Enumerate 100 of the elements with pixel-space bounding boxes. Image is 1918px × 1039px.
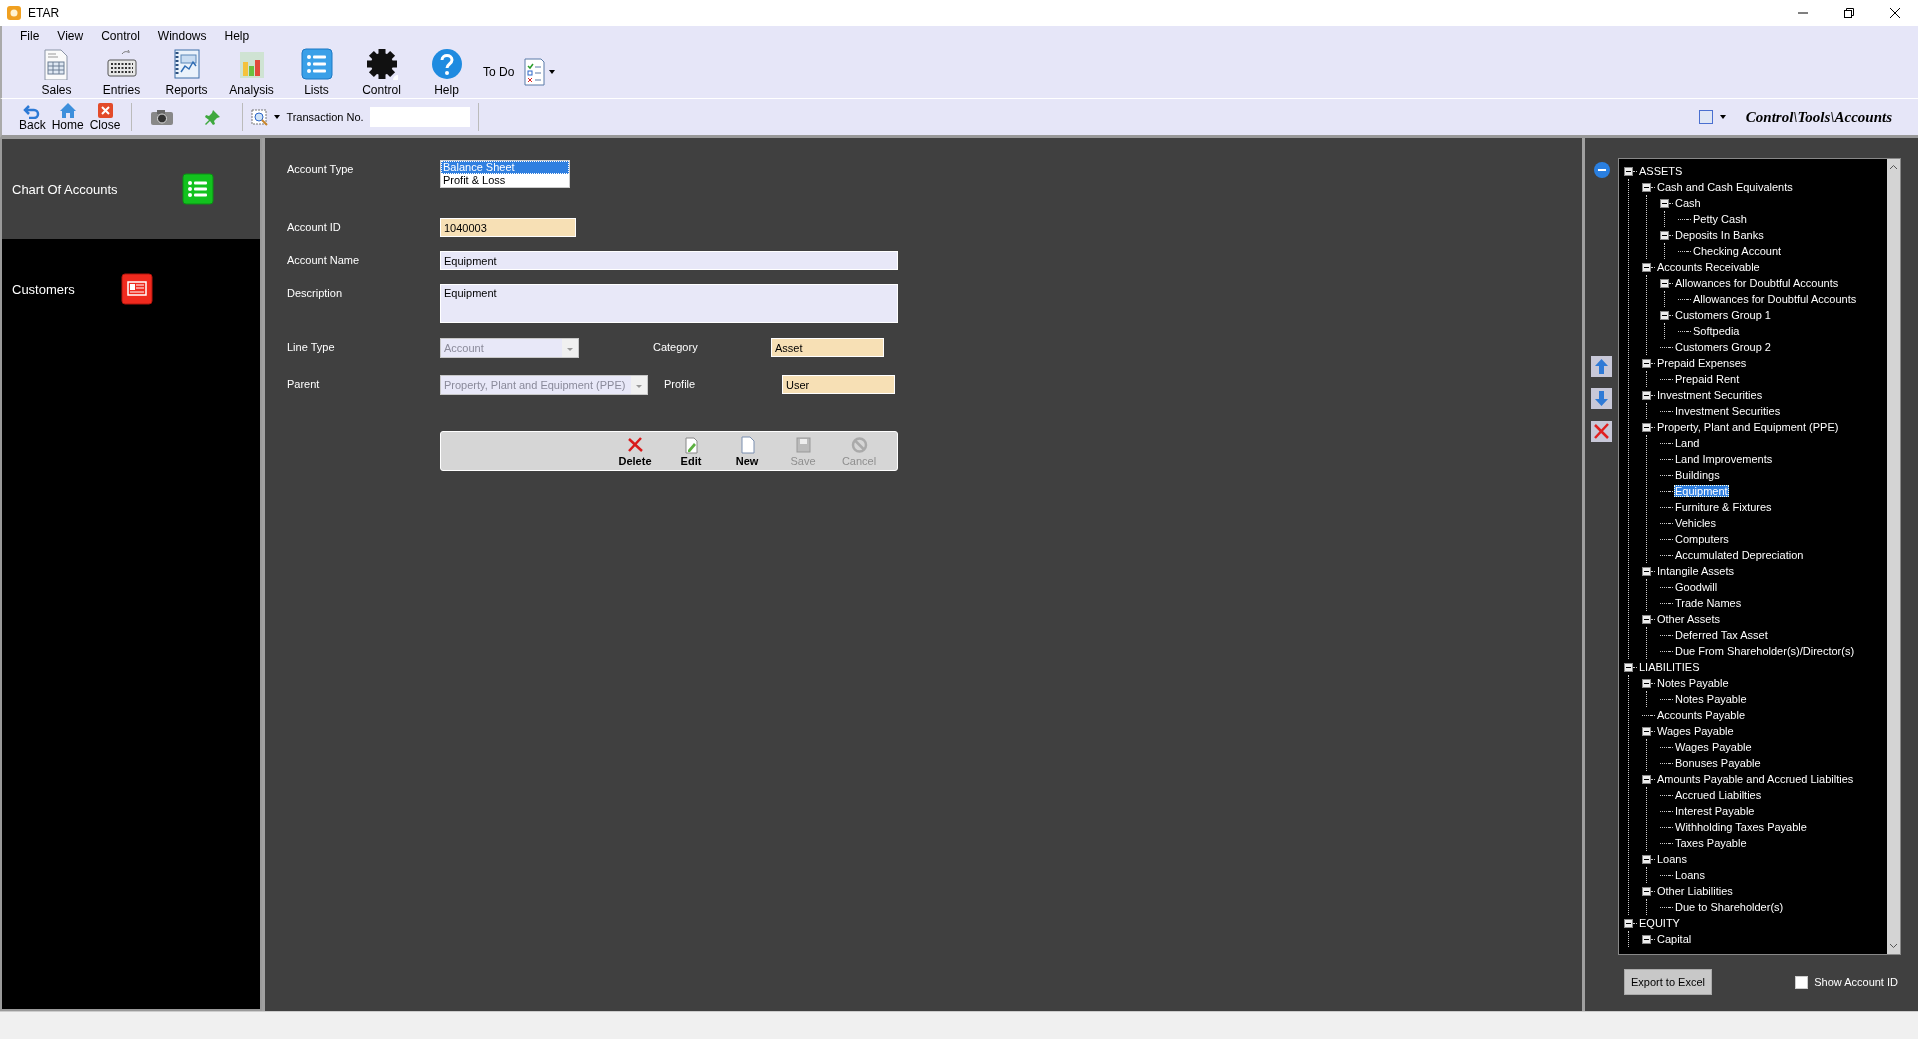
tree-item[interactable]: ASSETS [1638,165,1684,177]
tree-item[interactable]: Trade Names [1674,597,1743,609]
toolbar-button[interactable]: Entries [89,47,154,97]
collapse-icon[interactable] [1642,358,1651,368]
sidebar-item[interactable]: Chart Of Accounts [2,139,260,239]
tree-item[interactable]: Allowances for Doubtful Accounts [1692,293,1858,305]
sidebar-item[interactable]: Customers [2,239,260,339]
tree-item[interactable]: Cash and Cash Equivalents [1656,181,1794,193]
toolbar-button[interactable]: Close [86,102,124,132]
toolbar-button[interactable]: Lists [284,47,349,97]
delete-icon[interactable] [1591,421,1612,442]
input-field[interactable] [369,107,470,127]
menu-item[interactable]: File [11,29,49,43]
scroll-up-icon[interactable] [1889,164,1898,170]
collapse-icon[interactable] [1660,310,1669,320]
collapse-icon[interactable] [1642,774,1651,784]
close-icon[interactable] [1889,7,1901,19]
tree-item[interactable]: Interest Payable [1674,805,1756,817]
input-field[interactable]: Asset [771,338,884,357]
text-area[interactable]: Equipment [440,284,898,323]
collapse-icon[interactable] [1642,262,1651,272]
collapse-icon[interactable] [1642,566,1651,576]
search-icon[interactable] [251,108,269,126]
collapse-icon[interactable] [1642,422,1651,432]
tree-item[interactable]: Prepaid Rent [1674,373,1741,385]
tree-item[interactable]: Investment Securities [1674,405,1782,417]
collapse-icon[interactable] [1642,934,1651,944]
tree-item[interactable]: Loans [1656,853,1688,865]
collapse-icon[interactable] [1642,726,1651,736]
action-button[interactable]: Edit [671,435,711,467]
tree-item[interactable]: Vehicles [1674,517,1717,529]
tree-item[interactable]: Property, Plant and Equipment (PPE) [1656,421,1840,433]
tree-item[interactable]: Customers Group 1 [1674,309,1772,321]
scroll-down-icon[interactable] [1889,943,1898,949]
tree-item[interactable]: Due to Shareholder(s) [1674,901,1785,913]
tree-item[interactable]: Other Assets [1656,613,1721,625]
restore-icon[interactable] [1843,7,1855,19]
layout-icon[interactable] [1697,109,1714,125]
tree-item[interactable]: Loans [1674,869,1706,881]
caret-icon[interactable] [274,115,281,119]
tree-item[interactable]: Deposits In Banks [1674,229,1765,241]
checkbox[interactable] [1795,975,1809,989]
tree-item[interactable]: Intangile Assets [1656,565,1736,577]
tree-item[interactable]: Buildings [1674,469,1721,481]
collapse-icon[interactable] [1642,614,1651,624]
collapse-icon[interactable] [1642,390,1651,400]
tree-item[interactable]: Notes Payable [1656,677,1730,689]
tree-item[interactable]: Withholding Taxes Payable [1674,821,1808,833]
tree-item[interactable]: Equipment [1674,485,1729,497]
menu-item[interactable]: Help [215,29,259,43]
tree-item[interactable]: Bonuses Payable [1674,757,1762,769]
tree-item[interactable]: Petty Cash [1692,213,1748,225]
toolbar-button[interactable]: Control [349,47,414,97]
collapse-icon[interactable] [1642,854,1651,864]
toolbar-button[interactable]: Back [16,102,49,132]
tree-item[interactable]: Capital [1656,933,1693,945]
tree-item[interactable]: Prepaid Expenses [1656,357,1748,369]
tree-item[interactable]: Investment Securities [1656,389,1764,401]
tree-item[interactable]: Cash [1674,197,1702,209]
tree-item[interactable]: Amounts Payable and Accrued Liabilties [1656,773,1855,785]
collapse-icon[interactable] [1660,278,1669,288]
collapse-icon[interactable] [1624,166,1633,176]
tree-item[interactable]: EQUITY [1638,917,1681,929]
tree-item[interactable]: Deferred Tax Asset [1674,629,1769,641]
tree-item[interactable]: Land Improvements [1674,453,1774,465]
collapse-icon[interactable] [1660,198,1669,208]
action-button[interactable]: Delete [615,435,655,467]
todo-button[interactable] [522,57,556,87]
tree-item[interactable]: Taxes Payable [1674,837,1748,849]
tree-item[interactable]: Wages Payable [1656,725,1735,737]
collapse-icon[interactable] [1642,182,1651,192]
tree-item[interactable]: Due From Shareholder(s)/Director(s) [1674,645,1856,657]
tree-item[interactable]: Notes Payable [1674,693,1748,705]
tree-item[interactable]: LIABILITIES [1638,661,1701,673]
list-option[interactable]: Balance Sheet [441,161,569,174]
tree-item[interactable]: Softpedia [1692,325,1741,337]
tree-item[interactable]: Accumulated Depreciation [1674,549,1805,561]
list-box[interactable]: Balance Sheet Profit & Loss [440,160,570,188]
tree-item[interactable]: Land [1674,437,1701,449]
tree-item[interactable]: Computers [1674,533,1730,545]
export-button[interactable]: Export to Excel [1624,969,1712,995]
action-button[interactable]: New [727,435,767,467]
tree-item[interactable]: Accrued Liabilties [1674,789,1763,801]
toolbar-button[interactable]: Sales [24,47,89,97]
tree-item[interactable]: Allowances for Doubtful Accounts [1674,277,1840,289]
toolbar-button[interactable]: Help [414,47,479,97]
collapse-icon[interactable] [1642,678,1651,688]
tree-item[interactable]: Other Liabilities [1656,885,1734,897]
tree-item[interactable]: Wages Payable [1674,741,1753,753]
collapse-icon[interactable] [1660,230,1669,240]
collapse-icon[interactable] [1624,918,1633,928]
menu-item[interactable]: View [48,29,93,43]
collapse-icon[interactable] [1642,886,1651,896]
tree-item[interactable]: Accounts Receivable [1656,261,1761,273]
input-field[interactable]: 1040003 [440,218,576,237]
list-option[interactable]: Profit & Loss [441,174,569,187]
tree-item[interactable]: Accounts Payable [1656,709,1747,721]
tree-item[interactable]: Checking Account [1692,245,1783,257]
menu-item[interactable]: Control [92,29,149,43]
toolbar-button[interactable]: Analysis [219,47,284,97]
